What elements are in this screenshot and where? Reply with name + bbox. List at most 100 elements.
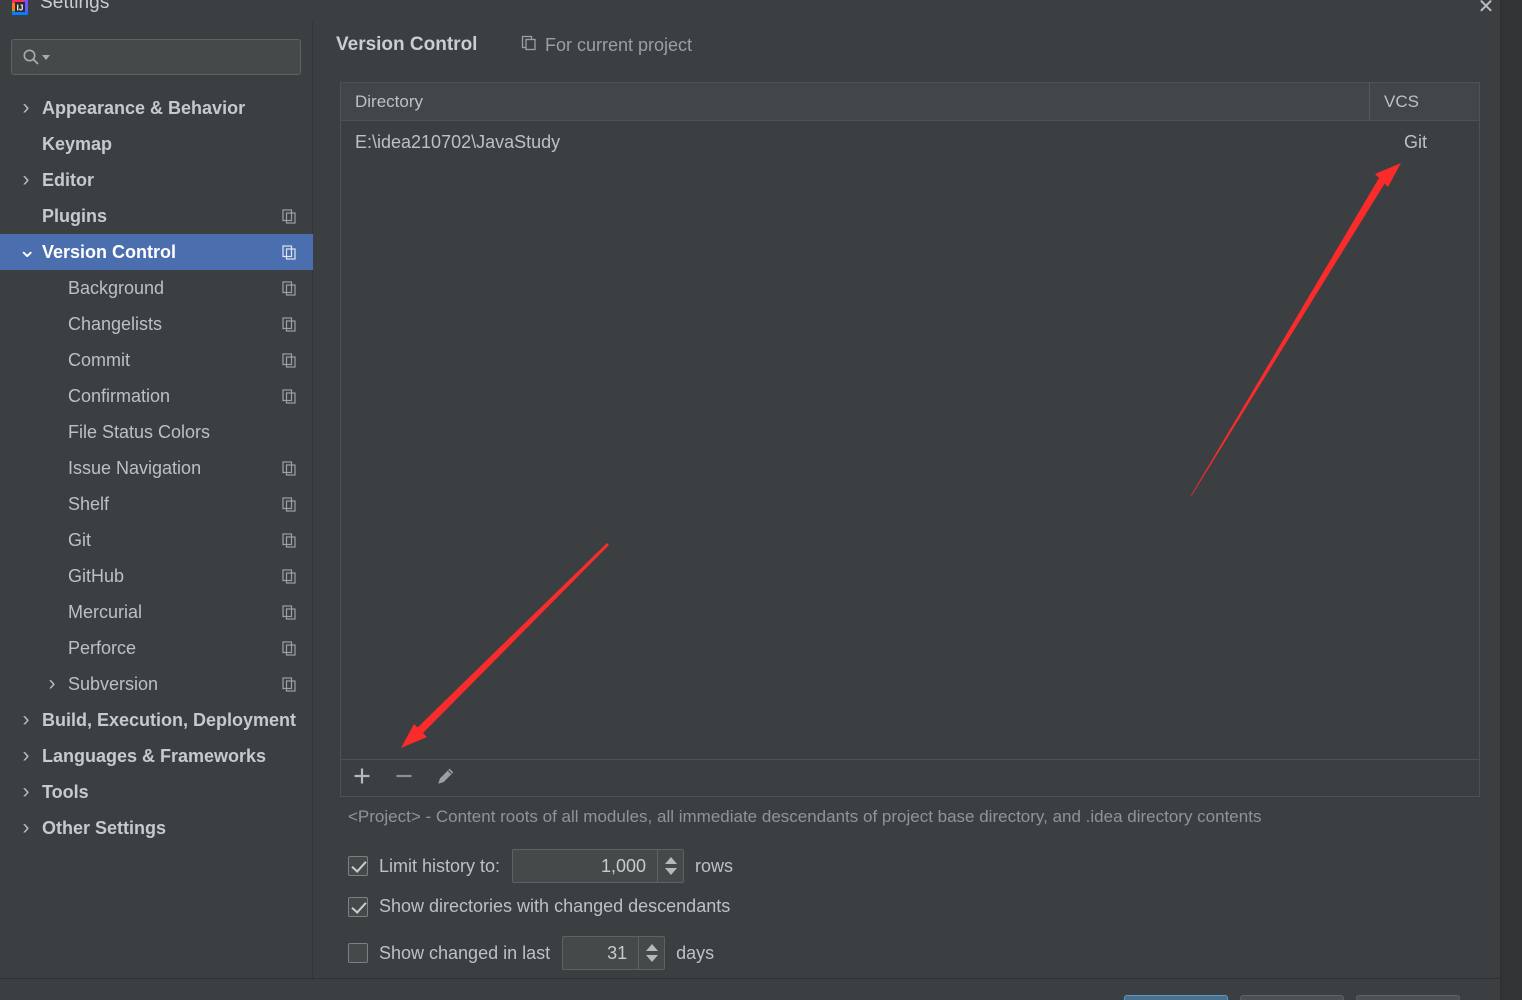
column-header-directory[interactable]: Directory xyxy=(341,83,1370,120)
sidebar-item-subversion[interactable]: › Subversion xyxy=(0,666,313,702)
show-changed-days-stepper-buttons[interactable] xyxy=(638,937,664,969)
chevron-right-icon[interactable]: › xyxy=(18,97,34,118)
sidebar-item-label: Changelists xyxy=(68,313,163,334)
show-changed-days-stepper[interactable]: 31 xyxy=(562,936,666,970)
settings-dialog: IJ Settings ✕ ❭ › Appearance & Behavior Ke… xyxy=(0,0,1522,1000)
cell-directory: E:\idea210702\JavaStudy xyxy=(355,132,561,152)
dialog-title-bar: IJ Settings ✕ xyxy=(0,0,1500,22)
show-changed-in-last-label: Show changed in last xyxy=(379,942,551,963)
chevron-right-icon[interactable]: › xyxy=(44,673,60,694)
edit-mapping-button[interactable] xyxy=(425,760,467,796)
copy-settings-icon xyxy=(282,244,297,260)
limit-history-checkbox[interactable] xyxy=(348,856,368,876)
settings-sidebar: › Appearance & Behavior Keymap › Editor Plugi… xyxy=(0,22,313,978)
apply-button[interactable] xyxy=(1356,995,1460,1000)
page-title: Version Control xyxy=(336,34,478,55)
limit-history-label: Limit history to: xyxy=(379,855,501,876)
sidebar-item-shelf[interactable]: Shelf xyxy=(0,486,313,522)
copy-settings-icon xyxy=(282,640,297,656)
show-changed-descendants-checkbox[interactable] xyxy=(348,896,368,917)
vcs-mappings-table: Directory VCS E:\idea210702\JavaStudy Gi… xyxy=(340,82,1480,764)
remove-mapping-button[interactable] xyxy=(383,760,425,796)
sidebar-item-label: Mercurial xyxy=(68,601,143,622)
search-input[interactable] xyxy=(56,44,294,70)
search-box[interactable] xyxy=(11,39,301,75)
sidebar-item-perforce[interactable]: Perforce xyxy=(0,630,313,666)
chevron-right-icon[interactable]: › xyxy=(18,781,34,802)
main-panel: Version Control For current project Dire… xyxy=(313,22,1500,978)
limit-history-value[interactable]: 1,000 xyxy=(513,850,657,882)
sidebar-item-label: Other Settings xyxy=(42,817,167,838)
sidebar-item-label: Commit xyxy=(68,349,130,370)
chevron-right-icon[interactable]: › xyxy=(18,745,34,766)
limit-history-option: Limit history to: 1,000 rows xyxy=(348,849,733,883)
sidebar-item-label: File Status Colors xyxy=(68,421,211,442)
sidebar-item-languages-frameworks[interactable]: › Languages & Frameworks xyxy=(0,738,313,774)
svg-text:IJ: IJ xyxy=(17,4,24,13)
cancel-button[interactable] xyxy=(1240,995,1344,1000)
stepper-down-icon[interactable] xyxy=(645,955,658,962)
table-toolbar xyxy=(340,759,1480,797)
sidebar-item-label: Perforce xyxy=(68,637,137,658)
copy-settings-icon xyxy=(282,604,297,620)
chevron-down-icon[interactable]: ⌄ xyxy=(18,238,36,260)
show-changed-days-value[interactable]: 31 xyxy=(563,937,638,969)
sidebar-item-label: Background xyxy=(68,277,165,298)
copy-settings-icon xyxy=(282,316,297,332)
ok-button[interactable] xyxy=(1124,995,1228,1000)
plus-icon xyxy=(351,765,373,792)
limit-history-unit: rows xyxy=(695,855,734,876)
sidebar-item-appearance-behavior[interactable]: › Appearance & Behavior xyxy=(0,90,313,126)
sidebar-item-commit[interactable]: Commit xyxy=(0,342,313,378)
limit-history-stepper-buttons[interactable] xyxy=(657,850,683,882)
sidebar-item-file-status-colors[interactable]: File Status Colors xyxy=(0,414,313,450)
copy-settings-icon xyxy=(282,208,297,224)
show-changed-in-last-checkbox[interactable] xyxy=(348,943,368,963)
stepper-down-icon[interactable] xyxy=(664,868,677,875)
sidebar-item-label: GitHub xyxy=(68,565,125,586)
search-icon xyxy=(22,48,40,66)
sidebar-item-issue-navigation[interactable]: Issue Navigation xyxy=(0,450,313,486)
sidebar-item-other-settings[interactable]: › Other Settings xyxy=(0,810,313,846)
chevron-right-icon[interactable]: › xyxy=(18,169,34,190)
sidebar-item-editor[interactable]: › Editor xyxy=(0,162,313,198)
sidebar-item-mercurial[interactable]: Mercurial xyxy=(0,594,313,630)
sidebar-item-plugins[interactable]: Plugins xyxy=(0,198,313,234)
project-scope-indicator[interactable]: For current project xyxy=(521,35,692,56)
table-row[interactable]: E:\idea210702\JavaStudy Git xyxy=(341,121,1479,164)
copy-settings-icon xyxy=(521,35,537,56)
triangle-down-icon[interactable] xyxy=(42,55,50,60)
sidebar-item-label: Version Control xyxy=(42,241,177,262)
column-header-vcs[interactable]: VCS xyxy=(1370,83,1479,120)
sidebar-item-confirmation[interactable]: Confirmation xyxy=(0,378,313,414)
sidebar-item-label: Editor xyxy=(42,169,94,190)
sidebar-item-background[interactable]: Background xyxy=(0,270,313,306)
sidebar-item-github[interactable]: GitHub xyxy=(0,558,313,594)
ide-edge-strip: ❭ xyxy=(1500,0,1522,1000)
settings-tree: › Appearance & Behavior Keymap › Editor Plugi… xyxy=(0,90,313,846)
close-icon[interactable]: ✕ xyxy=(1472,0,1500,20)
dialog-title: Settings xyxy=(40,0,110,13)
sidebar-item-label: Tools xyxy=(42,781,89,802)
intellij-idea-logo-icon: IJ xyxy=(9,0,31,18)
stepper-up-icon[interactable] xyxy=(664,857,677,864)
sidebar-item-label: Keymap xyxy=(42,133,113,154)
copy-settings-icon xyxy=(282,676,297,692)
sidebar-item-build-execution-deployment[interactable]: › Build, Execution, Deployment xyxy=(0,702,313,738)
sidebar-item-changelists[interactable]: Changelists xyxy=(0,306,313,342)
dialog-button-bar xyxy=(0,978,1500,1000)
sidebar-item-git[interactable]: Git xyxy=(0,522,313,558)
sidebar-item-version-control[interactable]: ⌄ Version Control xyxy=(0,234,313,270)
sidebar-item-tools[interactable]: › Tools xyxy=(0,774,313,810)
sidebar-item-label: Issue Navigation xyxy=(68,457,202,478)
chevron-right-icon[interactable]: › xyxy=(18,817,34,838)
sidebar-item-keymap[interactable]: Keymap xyxy=(0,126,313,162)
show-changed-days-unit: days xyxy=(676,942,715,963)
limit-history-stepper[interactable]: 1,000 xyxy=(512,849,685,883)
show-changed-descendants-label: Show directories with changed descendant… xyxy=(379,896,731,916)
mapping-hint-text: <Project> - Content roots of all modules… xyxy=(348,807,1262,826)
cell-vcs: Git xyxy=(1404,132,1428,152)
chevron-right-icon[interactable]: › xyxy=(18,709,34,730)
stepper-up-icon[interactable] xyxy=(645,944,658,951)
add-mapping-button[interactable] xyxy=(341,760,383,796)
